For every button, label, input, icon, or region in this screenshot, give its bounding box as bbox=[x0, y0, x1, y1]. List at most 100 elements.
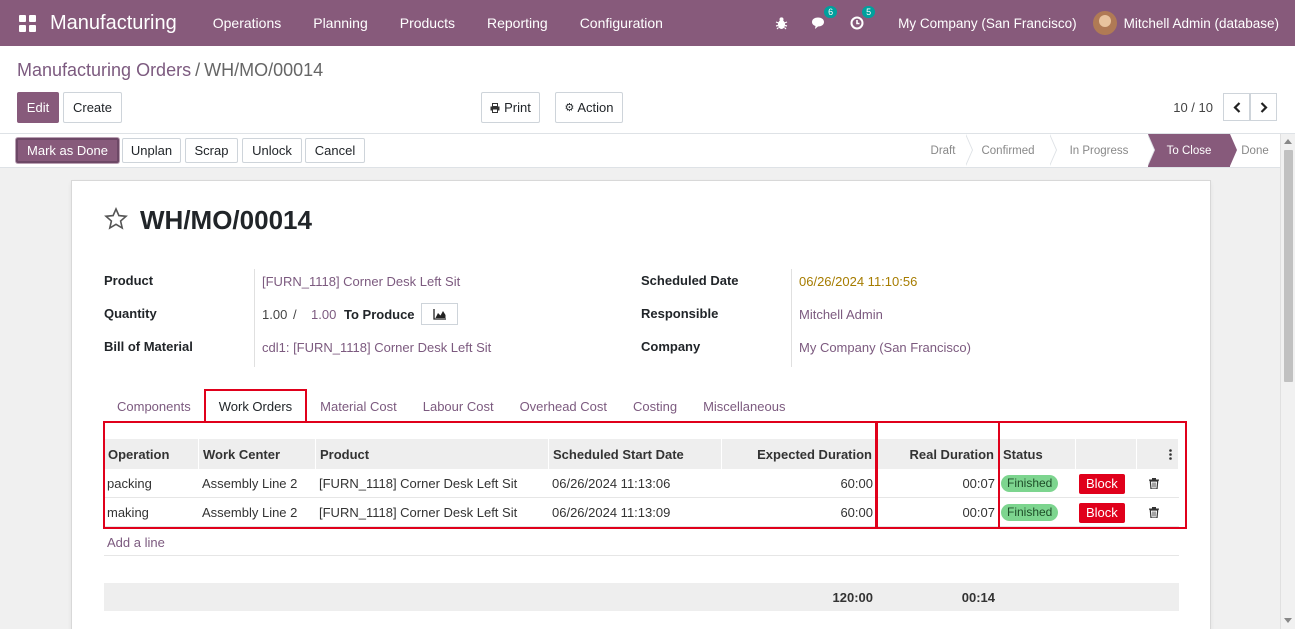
cell-work-center: Assembly Line 2 bbox=[202, 476, 298, 491]
edit-button[interactable]: Edit bbox=[17, 92, 59, 123]
menu-reporting[interactable]: Reporting bbox=[471, 15, 564, 31]
quantity-label: Quantity bbox=[104, 306, 157, 321]
stage-label: Done bbox=[1241, 144, 1269, 157]
cell-expected-duration: 60:00 bbox=[840, 505, 873, 520]
col-scheduled-start[interactable]: Scheduled Start Date bbox=[549, 439, 722, 469]
chevron-right-icon bbox=[1260, 101, 1268, 113]
tab-overhead-cost[interactable]: Overhead Cost bbox=[507, 389, 620, 423]
total-expected-duration: 120:00 bbox=[832, 589, 873, 605]
cell-operation: making bbox=[107, 505, 149, 520]
status-badge: Finished bbox=[1001, 475, 1059, 492]
pager-value[interactable]: 10 / 10 bbox=[1173, 100, 1213, 115]
col-status[interactable]: Status bbox=[999, 439, 1076, 469]
print-button[interactable]: Print bbox=[481, 92, 540, 123]
cancel-button[interactable]: Cancel bbox=[305, 138, 365, 163]
scroll-down-icon[interactable] bbox=[1284, 618, 1292, 623]
breadcrumb-current: WH/MO/00014 bbox=[204, 60, 324, 80]
table-row[interactable]: making Assembly Line 2 [FURN_1118] Corne… bbox=[104, 498, 1179, 527]
col-work-center[interactable]: Work Center bbox=[199, 439, 316, 469]
bug-icon[interactable] bbox=[770, 12, 792, 34]
tab-labour-cost[interactable]: Labour Cost bbox=[410, 389, 507, 423]
stage-to-close[interactable]: To Close bbox=[1148, 134, 1237, 167]
control-panel: Manufacturing Orders / WH/MO/00014 Edit Cr… bbox=[0, 46, 1295, 134]
bom-label: Bill of Material bbox=[104, 339, 193, 354]
responsible-field[interactable]: Mitchell Admin bbox=[799, 307, 883, 322]
messages-icon[interactable]: 6 bbox=[808, 6, 838, 34]
pager-previous-button[interactable] bbox=[1223, 93, 1250, 121]
pager-next-button[interactable] bbox=[1250, 93, 1277, 121]
table-row[interactable]: packing Assembly Line 2 [FURN_1118] Corn… bbox=[104, 469, 1179, 498]
action-button[interactable]: ⚙ Action bbox=[555, 92, 623, 123]
block-button[interactable]: Block bbox=[1079, 502, 1125, 523]
user-avatar[interactable] bbox=[1092, 11, 1117, 35]
scroll-up-icon[interactable] bbox=[1284, 139, 1292, 144]
col-real-duration[interactable]: Real Duration bbox=[877, 439, 999, 469]
add-a-line-link[interactable]: Add a line bbox=[107, 535, 165, 550]
cell-scheduled-start: 06/26/2024 11:13:06 bbox=[552, 476, 671, 491]
tab-material-cost[interactable]: Material Cost bbox=[307, 389, 410, 423]
mark-as-done-button[interactable]: Mark as Done bbox=[16, 138, 119, 163]
product-field[interactable]: [FURN_1118] Corner Desk Left Sit bbox=[262, 274, 460, 289]
trash-icon[interactable] bbox=[1149, 498, 1159, 527]
stage-label: Draft bbox=[930, 144, 956, 157]
form-sheet: WH/MO/00014 Product [FURN_1118] Corner D… bbox=[71, 180, 1211, 629]
forecast-report-button[interactable] bbox=[421, 303, 458, 325]
stage-label: In Progress bbox=[1069, 144, 1129, 157]
total-real-duration: 00:14 bbox=[961, 589, 995, 605]
quantity-separator: / bbox=[293, 307, 297, 322]
menu-configuration[interactable]: Configuration bbox=[564, 15, 679, 31]
menu-operations[interactable]: Operations bbox=[197, 15, 297, 31]
app-name[interactable]: Manufacturing bbox=[50, 12, 177, 35]
col-operation[interactable]: Operation bbox=[104, 439, 199, 469]
bom-field[interactable]: cdl1: [FURN_1118] Corner Desk Left Sit bbox=[262, 340, 491, 355]
scheduled-date-field[interactable]: 06/26/2024 11:10:56 bbox=[799, 274, 917, 289]
tab-components[interactable]: Components bbox=[104, 389, 204, 423]
table-header: Operation Work Center Product Scheduled … bbox=[104, 439, 1179, 469]
star-icon[interactable] bbox=[104, 207, 128, 231]
trash-icon[interactable] bbox=[1149, 469, 1159, 498]
tab-work-orders[interactable]: Work Orders bbox=[203, 389, 308, 423]
print-icon bbox=[490, 102, 500, 113]
scrollbar-thumb[interactable] bbox=[1284, 150, 1293, 382]
breadcrumb: Manufacturing Orders / WH/MO/00014 bbox=[17, 60, 323, 81]
company-field[interactable]: My Company (San Francisco) bbox=[799, 340, 971, 355]
stage-done[interactable]: Done bbox=[1230, 134, 1280, 167]
menu-planning[interactable]: Planning bbox=[297, 15, 384, 31]
activities-icon[interactable]: 5 bbox=[846, 6, 876, 34]
quantity-to-produce[interactable]: 1.00 bbox=[311, 307, 336, 322]
stage-in-progress[interactable]: In Progress bbox=[1050, 133, 1155, 167]
cell-product: [FURN_1118] Corner Desk Left Sit bbox=[319, 476, 518, 491]
tab-miscellaneous[interactable]: Miscellaneous bbox=[690, 389, 798, 423]
print-label: Print bbox=[504, 100, 531, 115]
cell-product: [FURN_1118] Corner Desk Left Sit bbox=[319, 505, 518, 520]
col-action bbox=[1076, 439, 1137, 469]
menu-products[interactable]: Products bbox=[384, 15, 471, 31]
company-switcher[interactable]: My Company (San Francisco) bbox=[898, 16, 1077, 31]
cell-expected-duration: 60:00 bbox=[840, 476, 873, 491]
breadcrumb-parent[interactable]: Manufacturing Orders bbox=[17, 60, 191, 80]
user-menu[interactable]: Mitchell Admin (database) bbox=[1124, 16, 1279, 31]
tab-costing[interactable]: Costing bbox=[620, 389, 690, 423]
status-badge: Finished bbox=[1001, 504, 1059, 521]
unlock-button[interactable]: Unlock bbox=[242, 138, 302, 163]
area-chart-icon bbox=[432, 308, 446, 320]
stage-pipeline: Draft Confirmed In Progress To Close Don… bbox=[920, 133, 1280, 167]
cell-real-duration: 00:07 bbox=[962, 505, 995, 520]
cell-real-duration: 00:07 bbox=[962, 476, 995, 491]
unplan-button[interactable]: Unplan bbox=[122, 138, 181, 163]
stage-confirmed[interactable]: Confirmed bbox=[966, 133, 1057, 167]
apps-menu-icon[interactable] bbox=[16, 12, 38, 34]
messages-badge: 6 bbox=[824, 6, 838, 18]
scrollbar[interactable] bbox=[1280, 134, 1295, 629]
col-product[interactable]: Product bbox=[316, 439, 549, 469]
scrap-button[interactable]: Scrap bbox=[185, 138, 238, 163]
optional-columns-icon[interactable] bbox=[1137, 439, 1179, 469]
create-button[interactable]: Create bbox=[63, 92, 122, 123]
stage-draft[interactable]: Draft bbox=[920, 133, 973, 167]
block-button[interactable]: Block bbox=[1079, 473, 1125, 494]
col-expected-duration[interactable]: Expected Duration bbox=[722, 439, 877, 469]
top-navbar: Manufacturing Operations Planning Produc… bbox=[0, 0, 1295, 46]
chevron-left-icon bbox=[1232, 101, 1240, 113]
activities-badge: 5 bbox=[862, 6, 876, 18]
stage-label: To Close bbox=[1166, 144, 1212, 157]
